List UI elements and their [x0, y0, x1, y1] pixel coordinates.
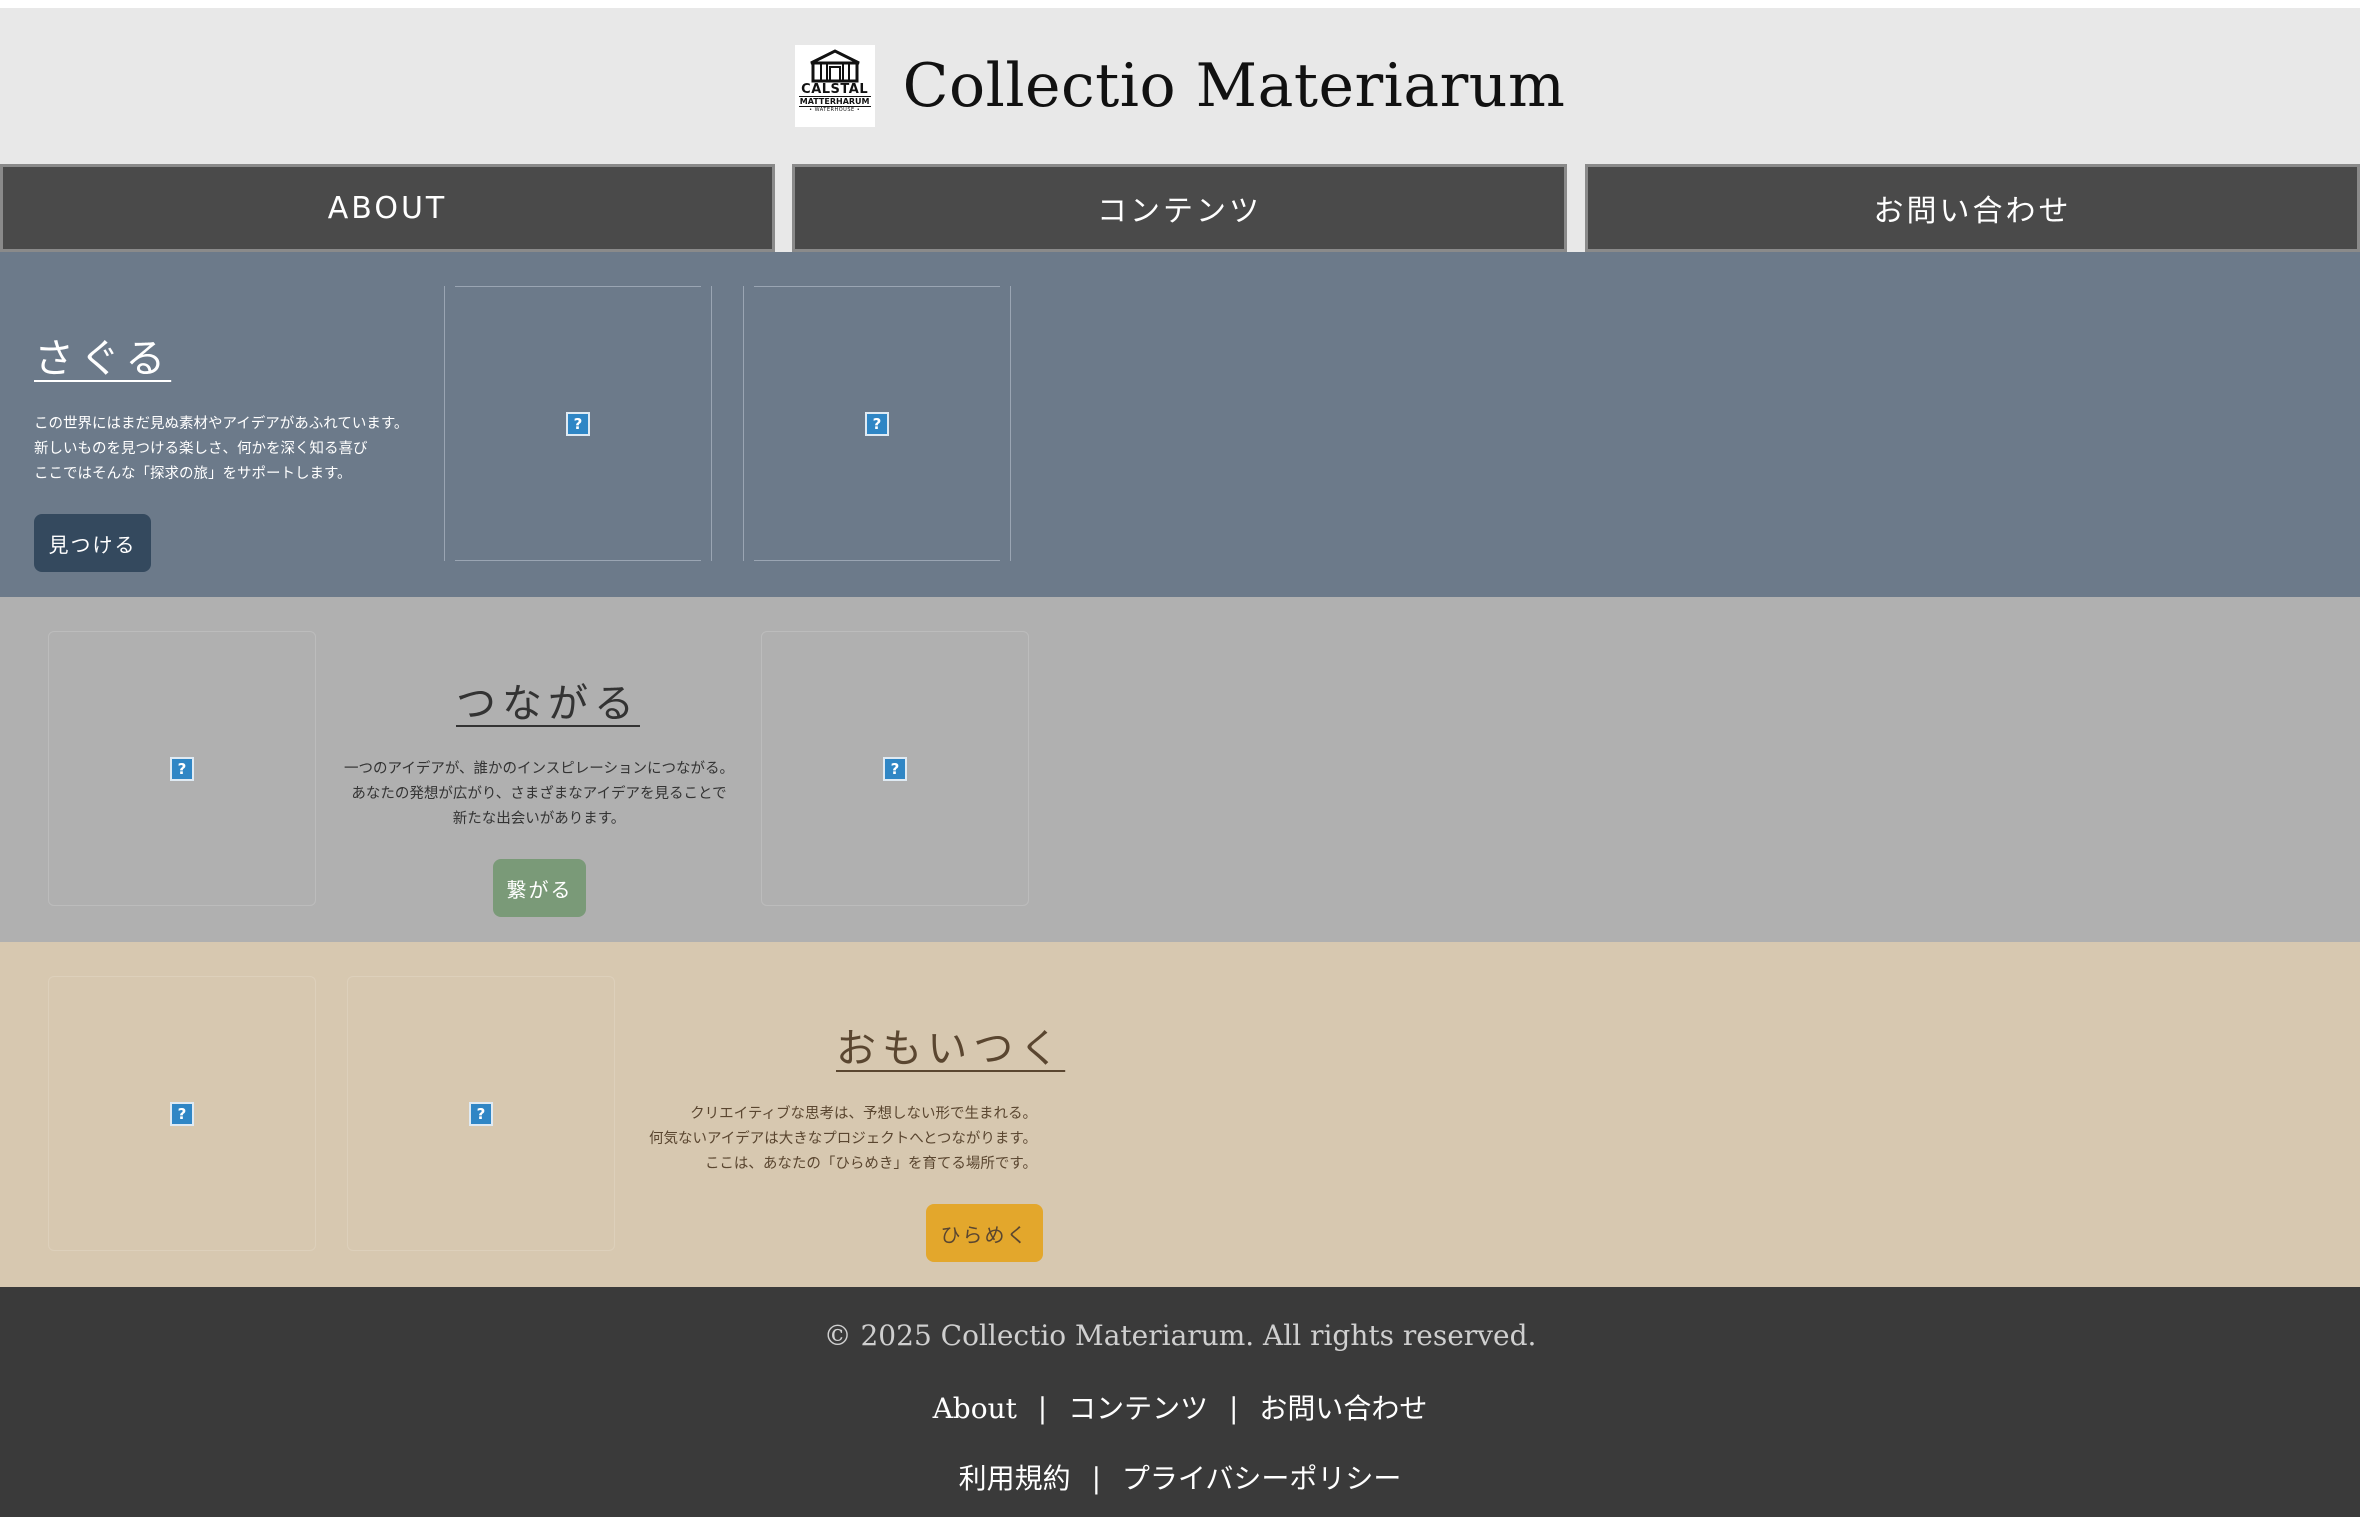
broken-image-icon: ?	[566, 411, 590, 436]
footer-link-terms[interactable]: 利用規約	[959, 1457, 1071, 1497]
footer-link-privacy[interactable]: プライバシーポリシー	[1122, 1457, 1401, 1497]
footer-link-contact[interactable]: お問い合わせ	[1259, 1387, 1427, 1427]
explore-text: この世界にはまだ見ぬ素材やアイデアがあふれています。 新しいものを見つける楽しさ…	[34, 412, 408, 487]
logo-text-3: • WATERHOUSE •	[809, 107, 861, 113]
footer-separator: |	[1037, 1392, 1048, 1425]
footer-separator: |	[1091, 1462, 1101, 1495]
broken-image-icon: ?	[170, 756, 194, 781]
nav-about-button[interactable]: ABOUT	[0, 164, 775, 252]
main-nav: ABOUT コンテンツ お問い合わせ	[0, 164, 2360, 252]
site-footer: © 2025 Collectio Materiarum. All rights …	[0, 1287, 2360, 1517]
logo-text-1: CALSTAL	[801, 82, 869, 97]
image-placeholder: ?	[743, 286, 1011, 561]
warehouse-icon	[809, 49, 860, 83]
inspire-text-line: クリエイティブな思考は、予想しない形で生まれる。	[690, 1106, 1037, 1122]
inspire-button[interactable]: ひらめく	[926, 1204, 1043, 1262]
connect-text: 一つのアイデアが、誰かのインスピレーションにつながる。 あなたの発想が広がり、さ…	[332, 757, 746, 832]
connect-text-line: あなたの発想が広がり、さまざまなアイデアを見ることで	[351, 786, 727, 802]
footer-link-contents[interactable]: コンテンツ	[1068, 1387, 1208, 1427]
footer-separator: |	[1229, 1392, 1239, 1425]
image-placeholder: ?	[761, 631, 1029, 906]
site-header: CALSTAL MATTERHARUM • WATERHOUSE • Colle…	[0, 8, 2360, 164]
connect-text-line: 一つのアイデアが、誰かのインスピレーションにつながる。	[344, 761, 734, 777]
top-strip	[0, 0, 2360, 8]
inspire-text-line: ここは、あなたの「ひらめき」を育てる場所です。	[704, 1156, 1037, 1172]
footer-legal: 利用規約 | プライバシーポリシー	[0, 1457, 2360, 1497]
copyright-text: © 2025 Collectio Materiarum. All rights …	[823, 1319, 1537, 1352]
explore-text-line: ここではそんな「探求の旅」をサポートします。	[34, 466, 352, 482]
find-button[interactable]: 見つける	[34, 514, 151, 572]
explore-text-line: 新しいものを見つける楽しさ、何かを深く知る喜び	[34, 441, 368, 457]
connect-text-line: 新たな出会いがあります。	[452, 811, 626, 827]
site-title: Collectio Materiarum	[902, 51, 1566, 121]
broken-image-icon: ?	[170, 1101, 194, 1126]
image-placeholder: ?	[48, 976, 316, 1251]
footer-nav: About | コンテンツ | お問い合わせ	[0, 1387, 2360, 1427]
connect-button[interactable]: 繋がる	[493, 859, 586, 917]
footer-link-about[interactable]: About	[933, 1392, 1017, 1425]
nav-contact-button[interactable]: お問い合わせ	[1585, 164, 2360, 252]
broken-image-icon: ?	[469, 1101, 493, 1126]
inspire-text: クリエイティブな思考は、予想しない形で生まれる。 何気ないアイデアは大きなプロジ…	[620, 1102, 1037, 1177]
explore-heading: さぐる	[34, 336, 172, 382]
image-placeholder: ?	[444, 286, 712, 561]
broken-image-icon: ?	[865, 411, 889, 436]
image-placeholder: ?	[347, 976, 615, 1251]
explore-text-line: この世界にはまだ見ぬ素材やアイデアがあふれています。	[34, 416, 409, 432]
inspire-heading: おもいつく	[836, 1026, 1066, 1072]
site-logo[interactable]: CALSTAL MATTERHARUM • WATERHOUSE •	[794, 45, 875, 127]
section-inspire: ? ? おもいつく クリエイティブな思考は、予想しない形で生まれる。 何気ないア…	[0, 942, 2360, 1287]
inspire-text-line: 何気ないアイデアは大きなプロジェクトへとつながります。	[648, 1131, 1037, 1147]
nav-contents-button[interactable]: コンテンツ	[792, 164, 1567, 252]
connect-heading: つながる	[456, 681, 640, 727]
section-explore: さぐる この世界にはまだ見ぬ素材やアイデアがあふれています。 新しいものを見つけ…	[0, 252, 2360, 597]
broken-image-icon: ?	[883, 756, 907, 781]
image-placeholder: ?	[48, 631, 316, 906]
section-connect: ? つながる 一つのアイデアが、誰かのインスピレーションにつながる。 あなたの発…	[0, 597, 2360, 942]
logo-text-2: MATTERHARUM	[798, 96, 871, 107]
